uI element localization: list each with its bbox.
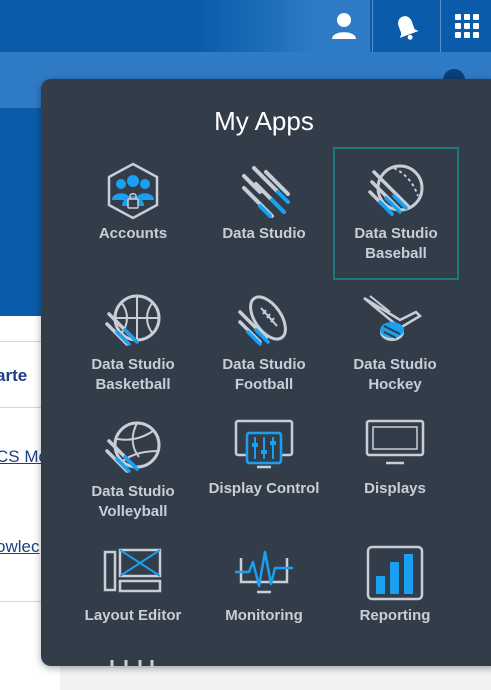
background-text: arte [0,366,28,385]
apps-grid-button[interactable] [440,0,491,52]
layout-editor-icon [103,548,162,593]
app-tile-data-studio-football[interactable]: Data Studio Football [202,279,326,401]
monitor-icon [365,419,425,465]
app-grid-icon [454,14,479,38]
app-label: Monitoring [225,607,303,624]
app-tile-data-studio-volleyball[interactable]: Data Studio Volleyball [71,406,195,528]
app-label: Data Studio Football [222,356,306,393]
app-tile-monitoring[interactable]: Monitoring [202,533,326,655]
app-tile-displays[interactable]: Displays [333,406,457,528]
app-tile-data-studio-basketball[interactable]: Data Studio Basketball [71,279,195,401]
monitoring-icon [235,550,293,594]
app-label: Data Studio Hockey [353,356,437,393]
data-studio-icon [242,166,290,218]
app-tile-data-studio[interactable]: Data Studio [202,151,326,273]
app-tile-display-control[interactable]: Display Control [202,406,326,528]
app-label: Display Control [208,480,320,497]
app-tile-data-studio-baseball[interactable]: Data Studio Baseball [333,147,459,280]
partial-app-icon [110,660,154,666]
volleyball-icon [105,421,161,473]
app-label: Accounts [98,225,168,242]
top-bar [0,0,491,52]
baseball-icon [368,164,424,216]
user-icon [332,13,356,39]
football-icon [238,295,287,346]
bell-icon [398,16,419,40]
top-bar-fade [200,0,320,52]
app-tile-layout-editor[interactable]: Layout Editor [71,533,195,655]
app-label: Data Studio Basketball [91,356,175,393]
my-apps-title: My Apps [214,106,314,136]
basketball-icon [105,294,161,346]
app-tile-reporting[interactable]: Reporting [333,533,457,655]
app-tile-data-studio-hockey[interactable]: Data Studio Hockey [333,279,457,401]
app-label: Layout Editor [84,607,182,624]
user-button[interactable] [318,0,370,52]
app-label: Displays [364,480,426,497]
app-label: Data Studio Baseball [354,225,438,262]
notifications-button[interactable] [372,0,439,52]
accounts-icon [107,162,159,220]
reporting-icon [366,545,424,601]
hockey-icon [363,295,423,341]
display-control-icon [234,419,294,469]
app-tile-accounts[interactable]: Accounts [71,151,195,273]
background-link[interactable]: owlec [0,537,39,557]
app-label: Reporting [359,607,431,624]
app-label: Data Studio [222,225,306,242]
app-label: Data Studio Volleyball [91,483,175,520]
my-apps-panel: My Apps Accounts Data Studio Data Studio… [41,79,491,666]
